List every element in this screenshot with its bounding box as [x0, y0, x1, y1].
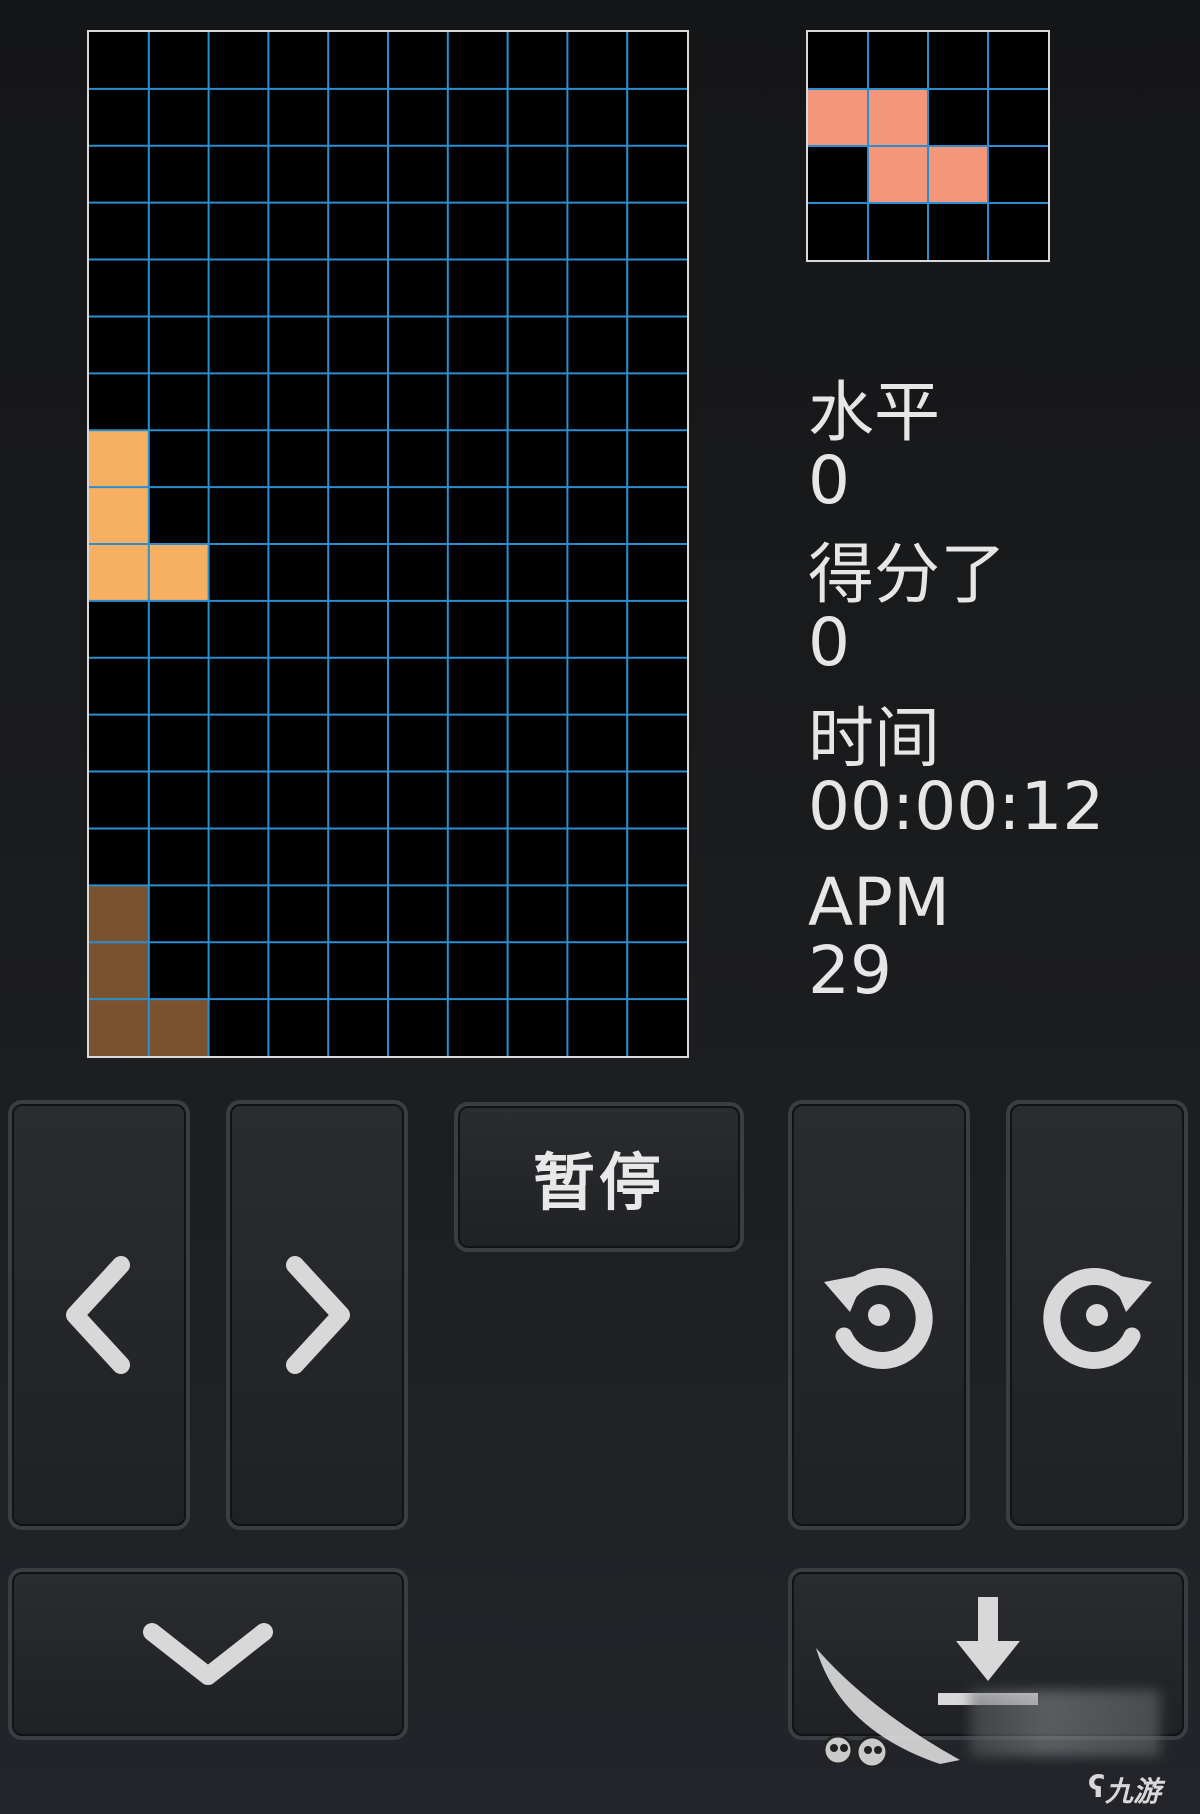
game-board [87, 30, 689, 1058]
next-piece-preview [806, 30, 1050, 262]
apm-value: 29 [808, 932, 892, 1009]
rotate-ccw-button[interactable] [788, 1100, 970, 1530]
preview-cell-block [928, 146, 988, 203]
rotate-cw-icon [1043, 1268, 1152, 1369]
apm-label: APM [808, 864, 950, 941]
board-cell-falling [89, 487, 149, 544]
jiuyou-logo-icon: ʕ [1088, 1770, 1106, 1805]
pause-button[interactable]: 暂停 [454, 1102, 744, 1252]
blurred-overlay [970, 1690, 1160, 1756]
preview-cell-block [808, 89, 868, 146]
board-cell-ghost [148, 999, 209, 1056]
board-cell-falling [148, 544, 209, 601]
board-cell-ghost [89, 942, 149, 1000]
level-value: 0 [808, 442, 850, 519]
board-cell-falling [89, 544, 149, 601]
preview-cell-block [868, 146, 928, 203]
score-label: 得分了 [808, 536, 1006, 613]
board-cell-ghost [89, 999, 149, 1056]
score-value: 0 [808, 604, 850, 681]
chevron-left-icon [66, 1256, 130, 1374]
board-cell-ghost [89, 885, 149, 943]
move-right-button[interactable] [226, 1100, 408, 1530]
rotate-ccw-icon [824, 1268, 933, 1369]
time-label: 时间 [808, 700, 940, 777]
chevron-right-icon [286, 1256, 350, 1374]
move-left-button[interactable] [8, 1100, 190, 1530]
board-grid [89, 32, 687, 1056]
time-value: 00:00:12 [808, 768, 1105, 845]
rotate-cw-button[interactable] [1006, 1100, 1188, 1530]
soft-drop-button[interactable] [8, 1568, 408, 1740]
next-piece-grid [808, 32, 1048, 260]
tetris-game-screen: 水平 0 得分了 0 时间 00:00:12 APM 29 暂停 ʕ 九游 [0, 0, 1200, 1814]
jiuyou-logo-text: 九游 [1105, 1775, 1162, 1808]
chevron-down-icon [143, 1623, 273, 1685]
level-label: 水平 [808, 374, 940, 451]
preview-cell-block [868, 89, 928, 146]
board-cell-falling [89, 430, 149, 488]
